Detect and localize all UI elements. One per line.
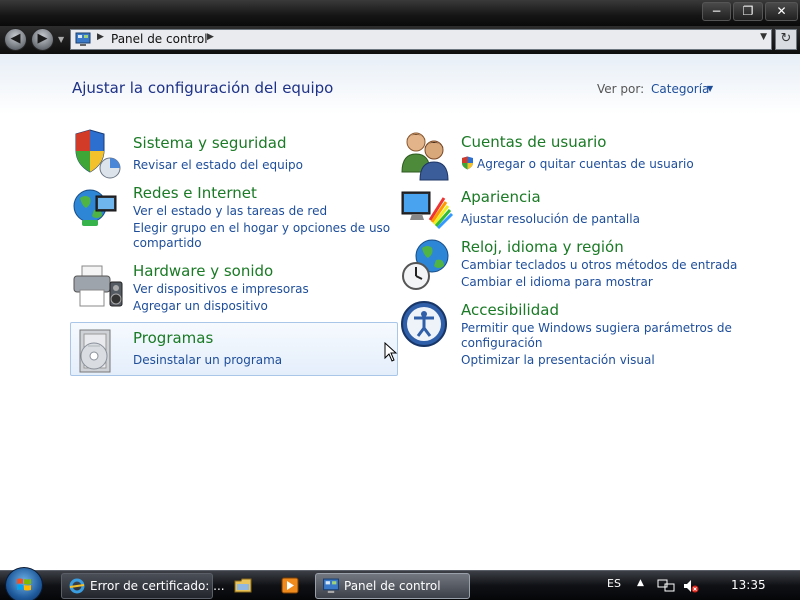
navigation-bar: ◀ ▶ ▼ ▶ Panel de control ▶ ▼ ↻ <box>0 26 800 54</box>
window-title-bar[interactable]: − ❐ ✕ <box>0 0 800 26</box>
taskbar-item-control-panel[interactable]: Panel de control <box>315 573 470 599</box>
network-tray-icon[interactable] <box>657 579 675 593</box>
volume-muted-icon[interactable] <box>683 579 699 593</box>
link-devices-printers[interactable]: Ver dispositivos e impresoras <box>133 282 309 297</box>
taskbar-item-label: Panel de control <box>344 579 441 593</box>
category-title[interactable]: Hardware y sonido <box>133 262 273 280</box>
breadcrumb-separator[interactable]: ▶ <box>207 32 214 42</box>
minimize-button[interactable]: − <box>702 2 731 21</box>
link-homegroup-continued[interactable]: compartido <box>133 236 202 251</box>
uac-shield-icon <box>462 156 473 170</box>
back-button[interactable]: ◀ <box>4 28 27 51</box>
printer-icon <box>73 265 123 307</box>
category-title[interactable]: Reloj, idioma y región <box>461 238 624 256</box>
category-title[interactable]: Redes e Internet <box>133 184 257 202</box>
link-review-status[interactable]: Revisar el estado del equipo <box>133 158 303 173</box>
media-player-icon[interactable] <box>281 577 299 594</box>
control-panel-content: Ajustar la configuración del equipo Ver … <box>0 54 800 570</box>
breadcrumb-control-panel[interactable]: Panel de control <box>111 32 208 46</box>
accessibility-icon <box>401 301 447 347</box>
category-title[interactable]: Apariencia <box>461 188 541 206</box>
control-panel-icon <box>323 578 339 593</box>
taskbar-item-ie[interactable]: Error de certificado: ... <box>61 573 225 599</box>
taskbar-item-label: Error de certificado: ... <box>90 579 225 593</box>
link-homegroup[interactable]: Elegir grupo en el hogar y opciones de u… <box>133 221 390 236</box>
chevron-down-icon[interactable]: ▼ <box>707 84 713 93</box>
windows-logo-icon <box>17 578 31 591</box>
link-network-status[interactable]: Ver el estado y las tareas de red <box>133 204 327 219</box>
mouse-cursor-icon <box>384 342 398 362</box>
system-clock[interactable]: 13:35 <box>731 578 766 592</box>
link-windows-suggest-settings-continued[interactable]: configuración <box>461 336 543 351</box>
globe-clock-icon <box>402 239 449 290</box>
link-screen-resolution[interactable]: Ajustar resolución de pantalla <box>461 212 640 227</box>
users-icon <box>401 132 449 181</box>
category-title[interactable]: Accesibilidad <box>461 301 559 319</box>
network-globe-icon <box>73 189 117 226</box>
page-title: Ajustar la configuración del equipo <box>72 79 334 97</box>
programs-disc-icon <box>79 329 111 373</box>
folder-icon[interactable] <box>234 577 252 594</box>
control-panel-icon <box>75 32 91 46</box>
address-bar[interactable]: ▶ Panel de control ▶ ▼ <box>70 29 772 50</box>
link-change-display-language[interactable]: Cambiar el idioma para mostrar <box>461 275 653 290</box>
link-add-device[interactable]: Agregar un dispositivo <box>133 299 268 314</box>
link-uninstall-program[interactable]: Desinstalar un programa <box>133 353 282 368</box>
taskbar: Error de certificado: ... Panel de contr… <box>0 567 800 600</box>
category-title[interactable]: Sistema y seguridad <box>133 134 286 152</box>
close-button[interactable]: ✕ <box>765 2 798 21</box>
address-dropdown-button[interactable]: ▼ <box>760 32 767 42</box>
refresh-button[interactable]: ↻ <box>775 29 797 50</box>
category-title[interactable]: Cuentas de usuario <box>461 133 606 151</box>
link-optimize-display[interactable]: Optimizar la presentación visual <box>461 353 655 368</box>
link-change-keyboards[interactable]: Cambiar teclados u otros métodos de entr… <box>461 258 737 273</box>
restore-button[interactable]: ❐ <box>733 2 763 21</box>
link-add-remove-accounts[interactable]: Agregar o quitar cuentas de usuario <box>477 157 694 172</box>
recent-pages-dropdown[interactable]: ▼ <box>58 35 64 44</box>
forward-button[interactable]: ▶ <box>31 28 54 51</box>
view-by-label: Ver por: <box>597 82 645 96</box>
show-hidden-icons-button[interactable]: ▲ <box>637 578 644 588</box>
language-indicator[interactable]: ES <box>607 577 621 590</box>
view-by-dropdown[interactable]: Categoría <box>651 82 709 96</box>
shield-icon <box>75 129 121 179</box>
internet-explorer-icon <box>69 578 85 594</box>
monitor-palette-icon <box>401 191 454 230</box>
category-title[interactable]: Programas <box>133 329 213 347</box>
breadcrumb-separator[interactable]: ▶ <box>97 32 104 42</box>
start-button[interactable] <box>5 567 43 600</box>
link-windows-suggest-settings[interactable]: Permitir que Windows sugiera parámetros … <box>461 321 732 336</box>
